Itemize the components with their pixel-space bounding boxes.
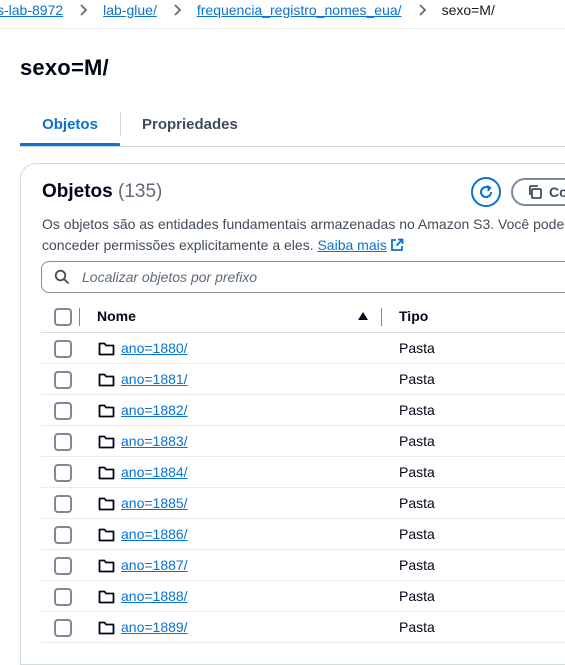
table-row[interactable]: ano=1889/Pasta	[41, 612, 565, 643]
objects-title: Objetos	[42, 181, 113, 202]
row-type: Pasta	[399, 433, 435, 449]
tab-objetos[interactable]: Objetos	[20, 106, 120, 147]
folder-icon	[98, 435, 115, 449]
folder-icon	[98, 404, 115, 418]
description-line-2: conceder permissões explicitamente a ele…	[42, 235, 565, 256]
folder-link[interactable]: ano=1889/	[121, 619, 188, 635]
header-divider	[0, 28, 565, 29]
folder-icon	[98, 621, 115, 635]
row-checkbox[interactable]	[54, 526, 72, 544]
tabs-baseline	[20, 146, 565, 147]
search-box[interactable]	[41, 261, 565, 293]
description-text: conceder permissões explicitamente a ele…	[42, 237, 314, 253]
folder-link[interactable]: ano=1886/	[121, 526, 188, 542]
chevron-right-icon	[174, 4, 182, 16]
column-resize-handle[interactable]	[381, 308, 382, 326]
search-input[interactable]	[80, 268, 484, 286]
row-type: Pasta	[399, 340, 435, 356]
copy-icon	[529, 185, 542, 199]
table-row[interactable]: ano=1880/Pasta	[41, 333, 565, 364]
copy-url-button[interactable]: Co	[511, 178, 565, 206]
table-row[interactable]: ano=1885/Pasta	[41, 488, 565, 519]
folder-icon	[98, 559, 115, 573]
learn-more-label: Saiba mais	[317, 237, 387, 253]
folder-link[interactable]: ano=1881/	[121, 371, 188, 387]
chevron-right-icon	[80, 4, 88, 16]
row-type: Pasta	[399, 464, 435, 480]
table-row[interactable]: ano=1886/Pasta	[41, 519, 565, 550]
external-link-icon	[390, 238, 404, 251]
row-checkbox[interactable]	[54, 464, 72, 482]
column-header-nome[interactable]: Nome	[97, 308, 136, 324]
tab-list: Objetos Propriedades	[20, 106, 565, 148]
breadcrumb-lab-glue-link[interactable]: lab-glue/	[103, 2, 157, 18]
row-checkbox[interactable]	[54, 371, 72, 389]
table-row[interactable]: ano=1884/Pasta	[41, 457, 565, 488]
breadcrumb: s-lab-8972 lab-glue/ frequencia_registro…	[0, 0, 565, 20]
table-row[interactable]: ano=1881/Pasta	[41, 364, 565, 395]
tab-divider	[120, 112, 121, 136]
row-type: Pasta	[399, 619, 435, 635]
folder-link[interactable]: ano=1884/	[121, 464, 188, 480]
folder-link[interactable]: ano=1883/	[121, 433, 188, 449]
row-checkbox[interactable]	[54, 340, 72, 358]
folder-icon	[98, 590, 115, 604]
folder-link[interactable]: ano=1887/	[121, 557, 188, 573]
select-all-checkbox[interactable]	[54, 308, 72, 326]
row-checkbox[interactable]	[54, 495, 72, 513]
objects-table: Nome Tipo ano=1880/Pasta ano=1881/Pasta an…	[41, 302, 565, 643]
row-checkbox[interactable]	[54, 433, 72, 451]
refresh-icon	[480, 184, 493, 198]
table-row[interactable]: ano=1882/Pasta	[41, 395, 565, 426]
objects-panel: Objetos (135) Co Os objetos são as entid…	[20, 163, 565, 665]
copy-button-label: Co	[549, 184, 565, 200]
tab-propriedades[interactable]: Propriedades	[142, 106, 238, 146]
page-title: sexo=M/	[20, 55, 109, 80]
folder-icon	[98, 342, 115, 356]
search-icon	[54, 269, 70, 285]
objects-heading: Objetos (135)	[42, 181, 162, 203]
tab-propriedades-label: Propriedades	[142, 116, 238, 133]
description-line-1: Os objetos são as entidades fundamentais…	[42, 216, 565, 232]
table-row[interactable]: ano=1888/Pasta	[41, 581, 565, 612]
sort-ascending-icon[interactable]	[357, 311, 369, 321]
row-checkbox[interactable]	[54, 619, 72, 637]
row-type: Pasta	[399, 588, 435, 604]
folder-link[interactable]: ano=1888/	[121, 588, 188, 604]
column-separator	[79, 308, 80, 326]
column-header-tipo[interactable]: Tipo	[399, 308, 428, 324]
row-checkbox[interactable]	[54, 588, 72, 606]
folder-icon	[98, 528, 115, 542]
breadcrumb-current: sexo=M/	[441, 2, 495, 18]
objects-count: (135)	[118, 181, 163, 202]
table-header: Nome Tipo	[41, 302, 565, 333]
table-row[interactable]: ano=1887/Pasta	[41, 550, 565, 581]
folder-icon	[98, 466, 115, 480]
folder-link[interactable]: ano=1880/	[121, 340, 188, 356]
table-body: ano=1880/Pasta ano=1881/Pasta ano=1882/Pas…	[41, 333, 565, 643]
learn-more-link[interactable]: Saiba mais	[317, 237, 386, 253]
folder-link[interactable]: ano=1882/	[121, 402, 188, 418]
row-type: Pasta	[399, 557, 435, 573]
row-checkbox[interactable]	[54, 402, 72, 420]
breadcrumb-frequencia-link[interactable]: frequencia_registro_nomes_eua/	[197, 2, 402, 18]
refresh-button[interactable]	[471, 177, 501, 207]
breadcrumb-bucket-link[interactable]: s-lab-8972	[0, 2, 63, 18]
objects-description: Os objetos são as entidades fundamentais…	[42, 214, 565, 256]
folder-icon	[98, 497, 115, 511]
row-type: Pasta	[399, 402, 435, 418]
row-type: Pasta	[399, 371, 435, 387]
tab-objetos-label: Objetos	[42, 116, 98, 133]
row-type: Pasta	[399, 495, 435, 511]
row-checkbox[interactable]	[54, 557, 72, 575]
row-type: Pasta	[399, 526, 435, 542]
folder-link[interactable]: ano=1885/	[121, 495, 188, 511]
chevron-right-icon	[418, 4, 426, 16]
folder-icon	[98, 373, 115, 387]
table-row[interactable]: ano=1883/Pasta	[41, 426, 565, 457]
